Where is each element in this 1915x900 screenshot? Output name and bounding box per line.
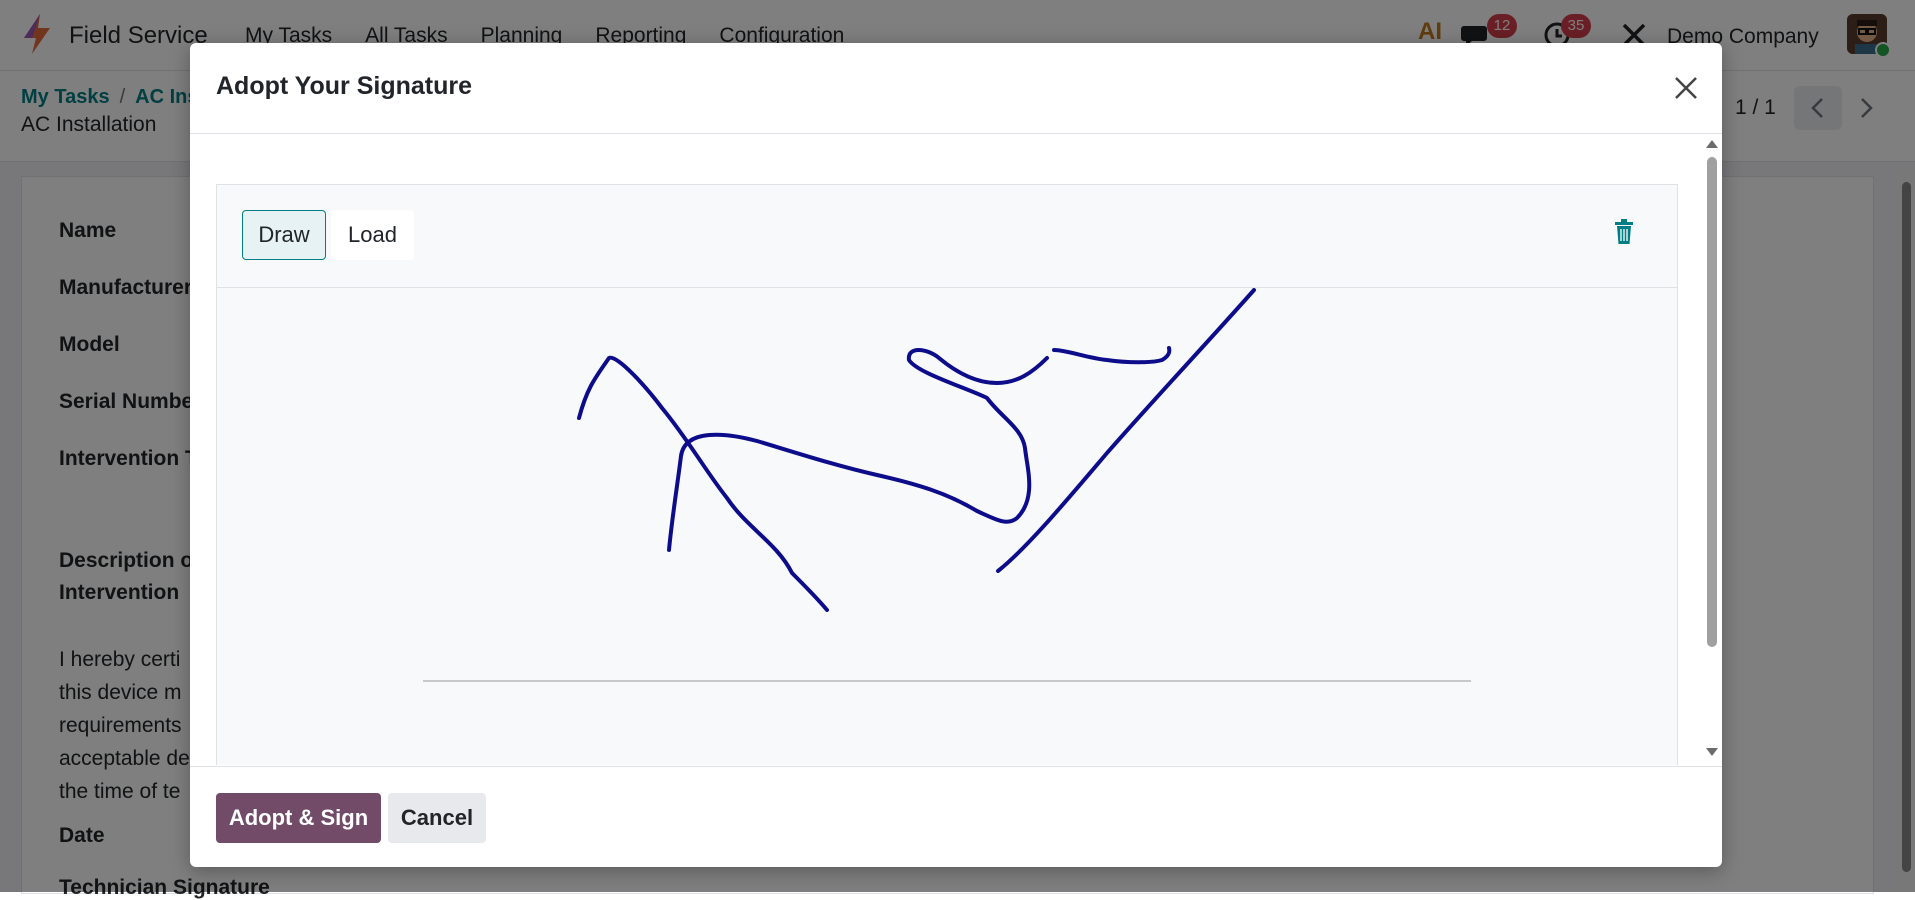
adopt-and-sign-button[interactable]: Adopt & Sign (216, 793, 381, 843)
load-mode-button[interactable]: Load (331, 210, 414, 260)
dialog-scrollbar-thumb[interactable] (1707, 157, 1717, 647)
dialog-title: Adopt Your Signature (216, 72, 473, 100)
trash-icon[interactable] (1614, 219, 1634, 245)
cancel-button[interactable]: Cancel (388, 793, 486, 843)
signature-drawing (423, 288, 1471, 682)
dialog-scrollbar[interactable] (1703, 137, 1720, 765)
signature-stroke (667, 348, 1049, 552)
scroll-down-arrow-icon[interactable] (1706, 748, 1718, 756)
draw-mode-button[interactable]: Draw (242, 210, 326, 260)
dialog-body: Draw Load (190, 134, 1722, 765)
signature-toolbar: Draw Load (217, 185, 1677, 288)
signature-panel: Draw Load (216, 184, 1678, 765)
scroll-up-arrow-icon[interactable] (1706, 140, 1718, 148)
signature-canvas[interactable] (217, 288, 1677, 765)
signature-stroke (577, 355, 829, 612)
signature-dialog: Adopt Your Signature Draw Load Adopt & S… (190, 43, 1722, 867)
close-icon[interactable] (1669, 71, 1703, 105)
dialog-footer: Adopt & Sign Cancel (190, 766, 1722, 868)
signature-stroke (996, 288, 1256, 573)
dialog-header: Adopt Your Signature (190, 43, 1722, 134)
signature-stroke (1052, 346, 1172, 365)
